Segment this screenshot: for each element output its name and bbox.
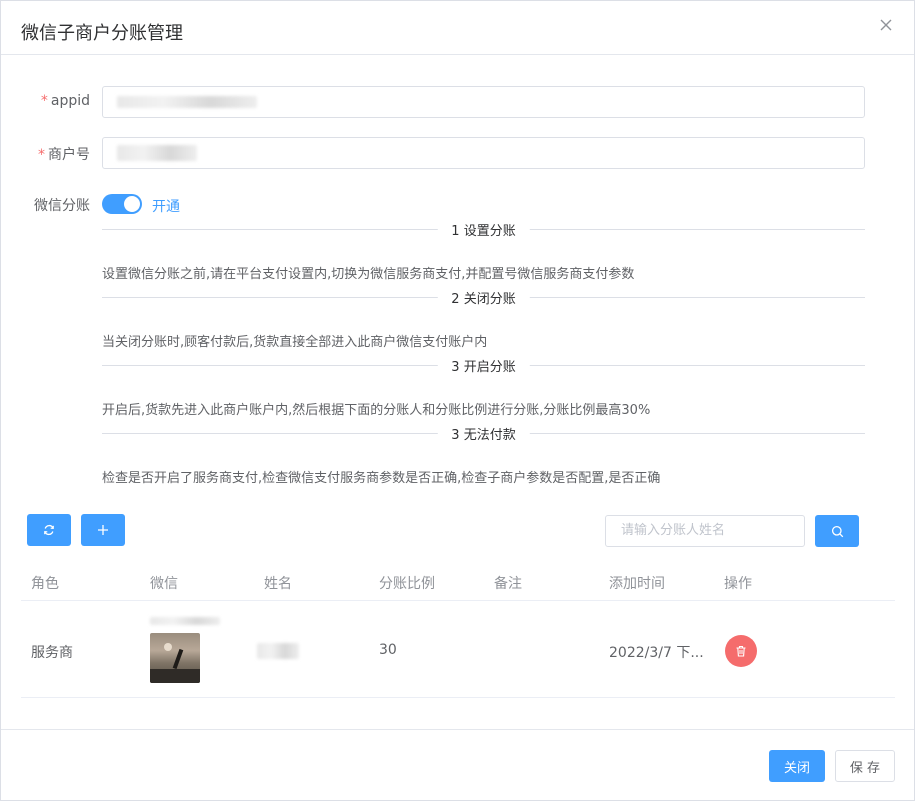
step-desc: 检查是否开启了服务商支付,检查微信支付服务商参数是否正确,检查子商户参数是否配置… (102, 471, 661, 486)
column-header: 分账比例 (379, 576, 435, 592)
appid-label: * appid (40, 93, 90, 109)
save-button[interactable]: 保 存 (835, 750, 895, 782)
avatar-ground (150, 669, 200, 683)
redacted-nickname (150, 617, 220, 625)
avatar-sun (164, 643, 172, 651)
time-cell: 2022/3/7 下... (609, 645, 704, 661)
search-input[interactable]: 请输入分账人姓名 (605, 515, 805, 547)
split-label: 微信分账 (34, 198, 90, 214)
table-header: 角色 微信 姓名 分账比例 备注 添加时间 操作 (21, 563, 895, 601)
footer-divider (1, 729, 914, 730)
step-desc: 开启后,货款先进入此商户账户内,然后根据下面的分账人和分账比例进行分账,分账比例… (102, 403, 651, 418)
column-header: 备注 (494, 576, 522, 592)
close-icon[interactable] (878, 17, 894, 33)
redacted-value (117, 145, 197, 161)
merchant-no-input[interactable] (102, 137, 865, 169)
merchant-no-label: * 商户号 (38, 147, 90, 163)
step-desc: 当关闭分账时,顾客付款后,货款直接全部进入此商户微信支付账户内 (102, 335, 488, 350)
add-button[interactable] (81, 514, 125, 546)
search-button[interactable] (815, 515, 859, 547)
redacted-value (117, 96, 257, 108)
redacted-name (257, 643, 299, 659)
avatar-figure (172, 648, 184, 670)
refresh-button[interactable] (27, 514, 71, 546)
dialog-header: 微信子商户分账管理 (1, 1, 914, 55)
delete-button[interactable] (725, 635, 757, 667)
wechat-avatar (150, 633, 200, 683)
toggle-knob (124, 196, 140, 212)
split-toggle[interactable] (102, 194, 142, 214)
split-toggle-text: 开通 (152, 199, 180, 215)
column-header: 操作 (724, 576, 752, 592)
step-desc: 设置微信分账之前,请在平台支付设置内,切换为微信服务商支付,并配置号微信服务商支… (102, 267, 635, 282)
role-cell: 服务商 (31, 645, 73, 661)
trash-icon (736, 645, 746, 657)
step-divider: 3 无法付款 (102, 424, 865, 443)
step-divider: 2 关闭分账 (102, 288, 865, 307)
dialog-title: 微信子商户分账管理 (21, 23, 183, 44)
step-divider: 3 开启分账 (102, 356, 865, 375)
column-header: 角色 (31, 576, 59, 592)
step-title: 3 无法付款 (437, 424, 530, 443)
plus-icon (98, 525, 108, 535)
step-divider: 1 设置分账 (102, 220, 865, 239)
table-row: 服务商 30 2022/3/7 下... (21, 602, 895, 698)
refresh-icon (44, 524, 54, 536)
column-header: 微信 (150, 576, 178, 592)
step-title: 1 设置分账 (437, 220, 530, 239)
appid-input[interactable] (102, 86, 865, 118)
step-title: 2 关闭分账 (437, 288, 530, 307)
search-icon (831, 525, 843, 537)
column-header: 姓名 (264, 576, 292, 592)
close-button[interactable]: 关闭 (769, 750, 825, 782)
column-header: 添加时间 (609, 576, 665, 592)
step-title: 3 开启分账 (437, 356, 530, 375)
split-management-dialog: 微信子商户分账管理 * appid * 商户号 微信分账 开通 1 设置分账 设置微… (0, 0, 915, 801)
ratio-cell: 30 (379, 642, 397, 658)
